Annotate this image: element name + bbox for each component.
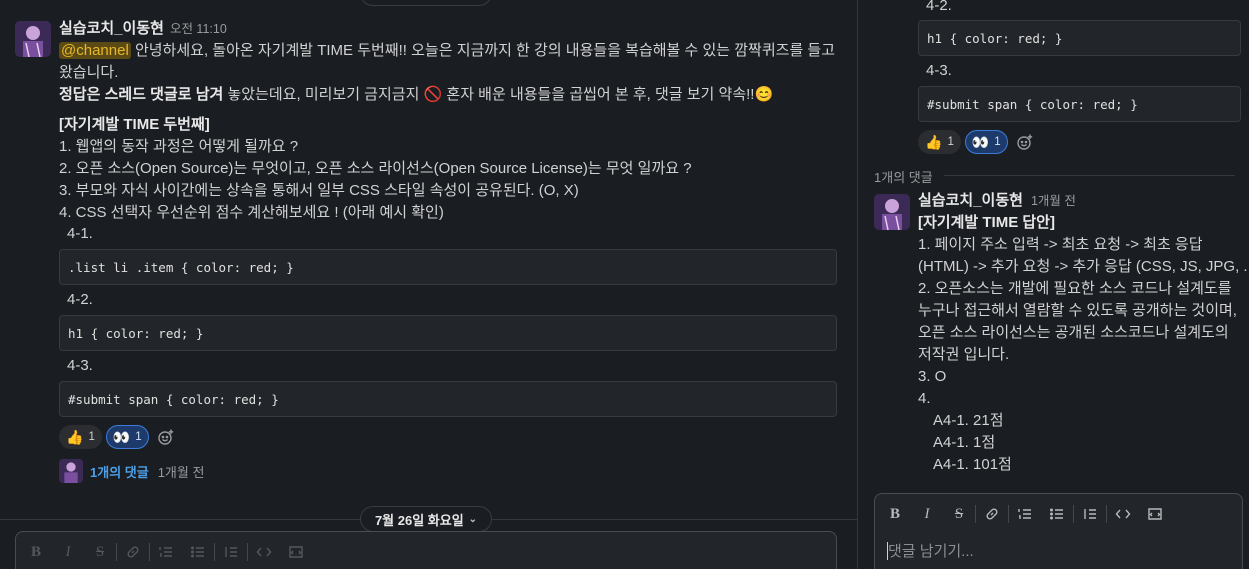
reaction-thumbs-up[interactable]: 👍 1 — [918, 130, 961, 154]
example-label: 4-2. — [926, 0, 952, 14]
reply-line: 누구나 접근해서 열람할 수 있도록 공개하는 것이며, — [918, 302, 1237, 319]
strikethrough-icon[interactable]: S — [943, 500, 975, 528]
add-reaction-icon[interactable] — [1012, 130, 1038, 154]
link-icon[interactable] — [976, 500, 1008, 528]
ordered-list-icon[interactable] — [1009, 500, 1041, 528]
bullet-list-icon[interactable] — [1041, 500, 1073, 528]
question: 3. 부모와 자식 사이간에는 상속을 통해서 일부 CSS 스타일 속성이 공… — [59, 182, 579, 199]
example-label: 4-2. — [67, 291, 93, 308]
blockquote-icon[interactable] — [1074, 500, 1106, 528]
avatar — [59, 459, 83, 483]
message-text: 놓았는데요, 미리보기 금지금지 — [223, 86, 424, 103]
formatting-toolbar: B I S — [16, 532, 312, 569]
code-block[interactable]: #submit span { color: red; } — [59, 381, 837, 417]
message-time[interactable]: 오전 11:10 — [170, 22, 227, 36]
reply-header: 실습코치_이동현 1개월 전 — [918, 190, 1249, 212]
code-icon[interactable] — [248, 538, 280, 566]
reply-title: [자기계발 TIME 답안] — [918, 214, 1055, 231]
avatar[interactable] — [15, 21, 51, 57]
reaction-thumbs-up[interactable]: 👍 1 — [59, 425, 102, 449]
question: 1. 웹앱의 동작 과정은 어떻게 될까요 ? — [59, 138, 299, 155]
formatting-toolbar: B I S — [875, 494, 1171, 534]
smile-emoji: 😊 — [754, 86, 774, 103]
thread-pane: 4-2. h1 { color: red; } 4-3. #submit spa… — [858, 0, 1249, 569]
add-reaction-icon[interactable] — [153, 425, 179, 449]
bold-icon[interactable]: B — [879, 500, 911, 528]
avatar[interactable] — [874, 194, 910, 230]
reactions-bar: 👍 1 👀 1 — [918, 130, 1038, 154]
message-line: 정답은 스레드 댓글로 남겨 놓았는데요, 미리보기 금지금지 🚫 혼자 배운 … — [59, 84, 835, 106]
italic-icon[interactable]: I — [52, 538, 84, 566]
reply-line: A4-1. 101점 — [933, 456, 1012, 473]
code-icon[interactable] — [1107, 500, 1139, 528]
channel-mention[interactable]: @channel — [59, 42, 131, 59]
date-divider-top[interactable] — [360, 0, 492, 6]
message-line: @channel 안녕하세요, 돌아온 자기계발 TIME 두번째!! 오늘은 … — [59, 40, 835, 62]
code-block-icon[interactable] — [280, 538, 312, 566]
message-composer[interactable]: B I S — [15, 531, 837, 569]
example-label: 4-3. — [67, 357, 93, 374]
message-header: 실습코치_이동현 오전 11:10 — [59, 18, 835, 40]
reply-line: 저작권 입니다. — [918, 346, 1010, 363]
reply-line: 4. — [918, 390, 931, 407]
reply-divider — [944, 175, 1235, 176]
reply-line: 2. 오픈소스는 개발에 필요한 소스 코드나 설계도를 — [918, 280, 1232, 297]
code-block-icon[interactable] — [1139, 500, 1171, 528]
reply-line: A4-1. 21점 — [933, 412, 1004, 429]
thread-summary[interactable]: 1개의 댓글 1개월 전 — [59, 459, 204, 483]
code-block[interactable]: h1 { color: red; } — [59, 315, 837, 351]
reaction-eyes[interactable]: 👀 1 — [964, 130, 1008, 154]
quiz-title: [자기계발 TIME 두번째] — [59, 116, 210, 133]
code-block[interactable]: h1 { color: red; } — [918, 20, 1241, 56]
replies-time: 1개월 전 — [157, 464, 205, 480]
replies-link[interactable]: 1개의 댓글 — [90, 462, 149, 481]
message-text: 왔습니다. — [59, 64, 119, 81]
author-name[interactable]: 실습코치_이동현 — [59, 20, 164, 37]
bold-text: 정답은 스레드 댓글로 남겨 — [59, 86, 224, 103]
example-label: 4-1. — [67, 225, 93, 242]
code-block[interactable]: .list li .item { color: red; } — [59, 249, 837, 285]
chevron-down-icon: ⌄ — [468, 513, 478, 525]
reply-count: 1개의 댓글 — [874, 170, 933, 185]
message-text: 안녕하세요, 돌아온 자기계발 TIME 두번째!! 오늘은 지금까지 한 강의… — [130, 42, 836, 59]
blockquote-icon[interactable] — [215, 538, 247, 566]
strikethrough-icon[interactable]: S — [84, 538, 116, 566]
message-text: 혼자 배운 내용들을 곱씹어 본 후, 댓글 보기 약속!! — [442, 86, 755, 103]
italic-icon[interactable]: I — [911, 500, 943, 528]
channel-pane: 실습코치_이동현 오전 11:10 @channel 안녕하세요, 돌아온 자기계… — [0, 0, 857, 569]
reply-placeholder: 댓글 남기기... — [888, 543, 974, 560]
ordered-list-icon[interactable] — [150, 538, 182, 566]
reaction-eyes[interactable]: 👀 1 — [105, 425, 149, 449]
bold-icon[interactable]: B — [20, 538, 52, 566]
question: 4. CSS 선택자 우선순위 점수 계산해보세요 ! (아래 예시 확인) — [59, 204, 444, 221]
reply-composer[interactable]: B I S 댓글 남기기... — [874, 493, 1243, 569]
code-block[interactable]: #submit span { color: red; } — [918, 86, 1241, 122]
bullet-list-icon[interactable] — [182, 538, 214, 566]
reply-line: 3. O — [918, 368, 947, 385]
reactions-bar: 👍 1 👀 1 — [59, 425, 179, 449]
example-label: 4-3. — [926, 62, 952, 79]
author-name[interactable]: 실습코치_이동현 — [918, 192, 1023, 209]
reply-time[interactable]: 1개월 전 — [1031, 194, 1076, 208]
link-icon[interactable] — [117, 538, 149, 566]
reply-input[interactable]: 댓글 남기기... — [887, 540, 974, 561]
reply-line: A4-1. 1점 — [933, 434, 996, 451]
date-divider[interactable]: 7월 26일 화요일 ⌄ — [360, 506, 492, 532]
reply-line: 1. 페이지 주소 입력 -> 최초 요청 -> 최초 응답 — [918, 236, 1203, 253]
question: 2. 오픈 소스(Open Source)는 무엇이고, 오픈 소스 라이선스(… — [59, 160, 692, 177]
reply-line: 오픈 소스 라이선스는 공개된 소스코드나 설계도의 — [918, 324, 1229, 341]
no-entry-emoji: 🚫 — [423, 86, 443, 103]
reply-line: (HTML) -> 추가 요청 -> 추가 응답 (CSS, JS, JPG, … — [918, 258, 1249, 275]
